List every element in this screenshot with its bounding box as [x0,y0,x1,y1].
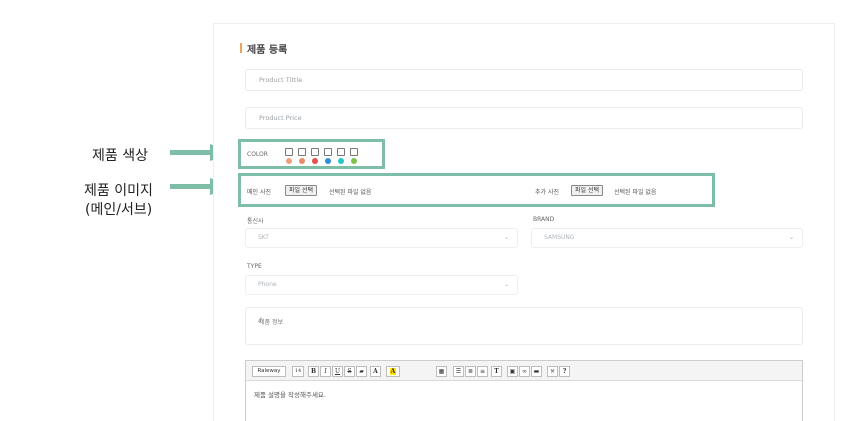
annotation-product-image-sub: (메인/서브) [85,202,153,218]
product-price-input[interactable]: Product Price [245,107,803,129]
product-title-input[interactable]: Product Tittle [245,69,803,91]
color-swatch-5[interactable] [337,148,345,164]
type-value: Phone [258,281,277,288]
strikethrough-icon[interactable]: S [344,366,355,377]
color-swatch-6[interactable] [350,148,358,164]
rich-text-editor[interactable]: Raleway 14 B I U S ▰ A A ▦ ☰ ≣ ≡ T ▣ ∞ ▬… [245,360,803,421]
brand-select[interactable]: SAMSUNG ⌄ [531,228,803,248]
align-icon[interactable]: ≡ [477,366,488,377]
color-swatch-1[interactable] [285,148,293,164]
brand-value: SAMSUNG [544,234,575,241]
eraser-icon[interactable]: ▰ [356,366,367,377]
color-dot [351,158,357,164]
color-swatch-4[interactable] [324,148,332,164]
bullet-list-icon[interactable]: ☰ [453,366,464,377]
font-size-select[interactable]: 14 [292,366,304,377]
main-photo-label: 메인 사진 [247,189,271,196]
checkbox-icon[interactable] [285,148,293,156]
color-label: COLOR [247,151,268,158]
annotation-product-image: 제품 이미지 [84,183,153,199]
title-accent-bar [240,43,242,53]
page-title: 제품 등록 [247,45,288,56]
sub-photo-label: 추가 사진 [535,189,559,196]
type-select[interactable]: Phone ⌄ [245,275,518,295]
checkbox-icon[interactable] [298,148,306,156]
checkbox-icon[interactable] [311,148,319,156]
product-info-textarea[interactable]: 제품 정보 ⁄⁄ [245,307,803,345]
number-list-icon[interactable]: ≣ [465,366,476,377]
table-icon[interactable]: ▦ [436,366,447,377]
color-dot [312,158,318,164]
checkbox-icon[interactable] [324,148,332,156]
underline-icon[interactable]: U [332,366,343,377]
color-dot [286,158,292,164]
resize-handle-icon[interactable]: ⁄⁄ [259,317,799,342]
main-photo-status: 선택된 파일 없음 [329,189,372,196]
bold-icon[interactable]: B [308,366,319,377]
highlight-color-icon[interactable]: A [386,366,400,377]
image-icon[interactable]: ▣ [507,366,518,377]
video-icon[interactable]: ▬ [531,366,542,377]
chevron-down-icon: ⌄ [788,234,794,241]
color-dot [338,158,344,164]
color-dot [299,158,305,164]
fullscreen-icon[interactable]: ⤧ [547,366,558,377]
italic-icon[interactable]: I [320,366,331,377]
carrier-select[interactable]: SKT ⌄ [245,228,518,248]
chevron-down-icon: ⌄ [503,234,509,241]
text-style-icon[interactable]: T [491,366,502,377]
main-photo-file-button[interactable]: 파일 선택 [285,185,317,196]
font-family-select[interactable]: Raleway [252,366,286,377]
link-icon[interactable]: ∞ [519,366,530,377]
checkbox-icon[interactable] [350,148,358,156]
type-label: TYPE [247,263,262,270]
color-dot [325,158,331,164]
sub-photo-file-button[interactable]: 파일 선택 [571,185,603,196]
font-color-icon[interactable]: A [370,366,381,377]
checkbox-icon[interactable] [337,148,345,156]
annotation-product-color: 제품 색상 [92,148,148,164]
editor-toolbar: Raleway 14 B I U S ▰ A A ▦ ☰ ≣ ≡ T ▣ ∞ ▬… [246,361,802,381]
brand-label: BRAND [533,216,555,223]
chevron-down-icon: ⌄ [503,281,509,288]
color-swatch-3[interactable] [311,148,319,164]
color-swatch-2[interactable] [298,148,306,164]
carrier-value: SKT [258,234,269,241]
sub-photo-status: 선택된 파일 없음 [614,189,657,196]
help-icon[interactable]: ? [559,366,570,377]
editor-placeholder: 제품 설명을 작성해주세요. [254,391,326,399]
carrier-label: 통신사 [247,218,264,225]
